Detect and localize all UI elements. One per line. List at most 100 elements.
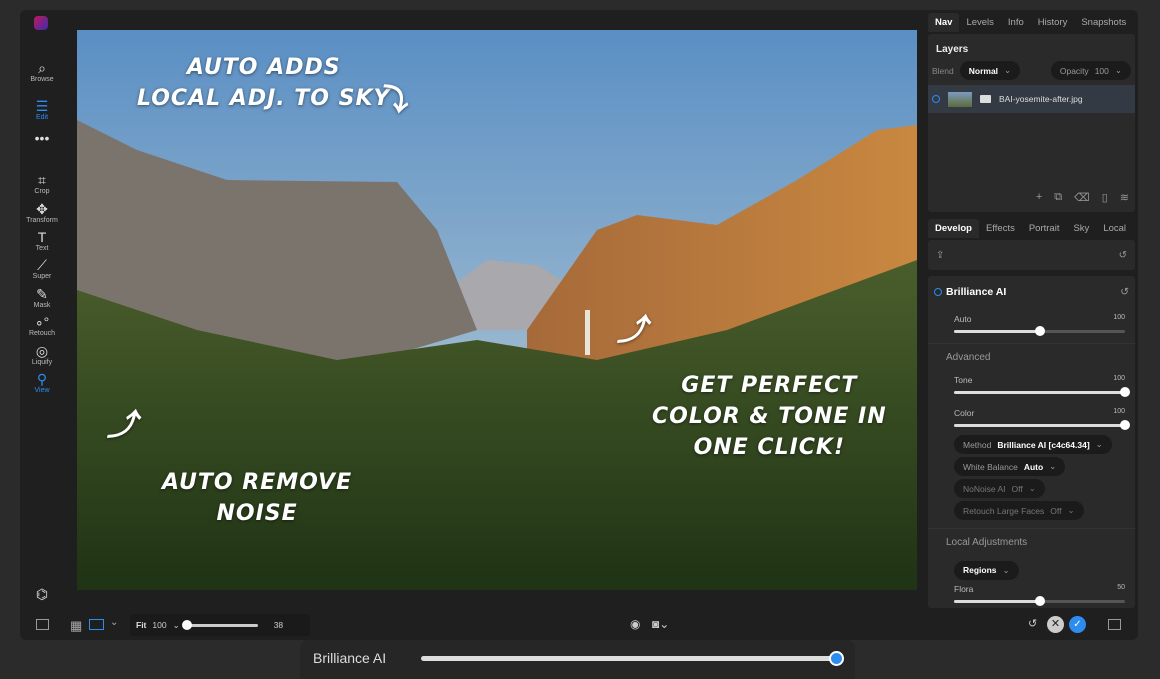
grid-view-icon[interactable]: ▦ bbox=[70, 618, 82, 634]
flora-value: 50 bbox=[1117, 583, 1125, 591]
layer-mask-icon bbox=[980, 95, 991, 103]
brilliance-toggle[interactable] bbox=[934, 288, 942, 296]
color-slider[interactable] bbox=[954, 420, 1130, 430]
browse-icon: ⌕ bbox=[38, 60, 46, 76]
brilliance-reset-icon[interactable]: ↺ bbox=[1120, 286, 1129, 298]
view-mode-chevron-icon[interactable]: ⌄ bbox=[110, 617, 118, 628]
tool-crop[interactable]: ⌗ Crop bbox=[20, 172, 64, 195]
layer-name: BAI-yosemite-after.jpg bbox=[999, 94, 1083, 104]
eye-preview-icon[interactable]: ◉ bbox=[630, 617, 640, 631]
layers-stack-icon[interactable]: ≋ bbox=[1120, 191, 1129, 204]
duplicate-layer-icon[interactable]: ⧉ bbox=[1054, 191, 1062, 204]
color-value: 100 bbox=[1113, 408, 1125, 415]
right-panel: Nav Levels Info History Snapshots Layers… bbox=[928, 10, 1135, 610]
tab-history[interactable]: History bbox=[1031, 13, 1075, 32]
brilliance-panel: Brilliance AI ↺ Auto 100 Advanced Tone 100… bbox=[928, 276, 1135, 608]
sliders-icon: ☰ bbox=[35, 98, 49, 114]
move-icon: ✥ bbox=[36, 201, 48, 217]
app-logo bbox=[34, 16, 48, 30]
regions-dropdown[interactable]: Regions ⌄ bbox=[954, 560, 1019, 580]
tab-info[interactable]: Info bbox=[1001, 13, 1031, 32]
mask-brush-icon: ✎ bbox=[36, 286, 48, 302]
left-toolbar: ⌕ Browse ☰ Edit ••• ⌗ Crop ✥ Transform T Text… bbox=[20, 10, 76, 610]
tab-portrait[interactable]: Portrait bbox=[1022, 219, 1067, 238]
color-label: Color bbox=[954, 408, 975, 418]
tool-edit[interactable]: ☰ Edit bbox=[20, 98, 64, 121]
compare-icon[interactable]: ◙⌄ bbox=[652, 617, 669, 631]
retouch-icon: ∘° bbox=[34, 314, 50, 330]
zoom-slider[interactable] bbox=[181, 619, 258, 630]
app-window: ⌕ Browse ☰ Edit ••• ⌗ Crop ✥ Transform T Text… bbox=[20, 10, 1138, 640]
retouch-faces-dropdown[interactable]: Retouch Large Faces Off ⌄ bbox=[954, 501, 1084, 520]
develop-tabs: Develop Effects Portrait Sky Local bbox=[928, 216, 1135, 240]
tab-local[interactable]: Local bbox=[1096, 219, 1133, 238]
reset-icon[interactable]: ↺ bbox=[1119, 250, 1127, 261]
method-dropdown[interactable]: Method Brilliance AI [c4c64.34] ⌄ bbox=[954, 435, 1112, 454]
auto-value: 100 bbox=[1113, 314, 1125, 321]
auto-slider[interactable] bbox=[954, 326, 1125, 336]
layers-title: Layers bbox=[936, 44, 969, 55]
tab-nav[interactable]: Nav bbox=[928, 12, 960, 32]
panel-toggle-left-icon[interactable] bbox=[36, 619, 49, 630]
arrow-icon: ⤴ bbox=[617, 313, 648, 348]
top-tabs: Nav Levels Info History Snapshots bbox=[928, 10, 1135, 34]
tool-text[interactable]: T Text bbox=[20, 229, 64, 252]
white-balance-dropdown[interactable]: White Balance Auto ⌄ bbox=[954, 457, 1066, 476]
tab-develop[interactable]: Develop bbox=[928, 218, 979, 238]
tab-snapshots[interactable]: Snapshots bbox=[1074, 13, 1133, 32]
tone-label: Tone bbox=[954, 375, 973, 385]
more-icon[interactable]: ••• bbox=[20, 130, 64, 146]
view-icon: ⚲ bbox=[36, 371, 48, 387]
bottom-bar: ▦ ⌄ Fit 100 ⌄ 38 ◉ ◙⌄ ↺ ✕ ✓ bbox=[20, 610, 1138, 640]
zoom-value[interactable]: 100 bbox=[152, 620, 166, 630]
annotation-sky: AUTO ADDS LOCAL ADJ. TO SKY bbox=[137, 55, 391, 111]
layers-panel: Layers Blend Normal ⌄ Opacity 100 ⌄ BAI-yos… bbox=[928, 34, 1135, 212]
opacity-dropdown[interactable]: Opacity 100 ⌄ bbox=[1050, 61, 1131, 80]
single-view-icon[interactable] bbox=[89, 619, 104, 630]
nonoise-dropdown[interactable]: NoNoise AI Off ⌄ bbox=[954, 479, 1045, 498]
tool-mask[interactable]: ✎ Mask bbox=[20, 286, 64, 309]
flora-label: Flora bbox=[954, 583, 974, 594]
fit-button[interactable]: Fit bbox=[136, 620, 146, 630]
advanced-header: Advanced bbox=[928, 343, 1135, 371]
cancel-button[interactable]: ✕ bbox=[1047, 616, 1064, 633]
annotation-color-tone: GET PERFECT COLOR & TONE IN ONE CLICK! bbox=[652, 373, 887, 460]
undo-icon[interactable]: ↺ bbox=[1028, 617, 1037, 630]
brilliance-ai-slider[interactable] bbox=[421, 651, 844, 666]
blend-label: Blend bbox=[932, 65, 954, 76]
tab-sky[interactable]: Sky bbox=[1066, 219, 1096, 238]
tool-transform[interactable]: ✥ Transform bbox=[20, 201, 64, 224]
add-layer-icon[interactable]: + bbox=[1036, 191, 1042, 204]
layer-visibility-icon[interactable] bbox=[932, 95, 940, 103]
tone-slider[interactable] bbox=[954, 387, 1130, 397]
tab-effects[interactable]: Effects bbox=[979, 219, 1022, 238]
flora-slider[interactable] bbox=[954, 595, 1125, 606]
panel-toggle-right-icon[interactable] bbox=[1108, 619, 1121, 630]
export-preset-icon[interactable]: ⇪ bbox=[936, 250, 944, 261]
annotation-noise: AUTO REMOVE NOISE bbox=[162, 470, 353, 526]
photo-canvas[interactable]: AUTO ADDS LOCAL ADJ. TO SKY GET PERFECT … bbox=[77, 30, 917, 590]
arrow-icon: ⤵ bbox=[377, 83, 408, 118]
extensions-icon[interactable]: ⌬ bbox=[20, 586, 64, 602]
liquify-icon: ◎ bbox=[35, 343, 49, 359]
auto-label: Auto bbox=[954, 314, 972, 324]
slider-handle[interactable] bbox=[829, 651, 844, 666]
blend-dropdown[interactable]: Normal ⌄ bbox=[959, 61, 1021, 80]
tool-view[interactable]: ⚲ View bbox=[20, 371, 64, 394]
brilliance-ai-strength-bar: Brilliance AI bbox=[300, 640, 855, 679]
magic-wand-icon: ⟋ bbox=[37, 257, 47, 273]
text-icon: T bbox=[37, 229, 47, 245]
tool-retouch[interactable]: ∘° Retouch bbox=[20, 314, 64, 337]
tool-super[interactable]: ⟋ Super bbox=[20, 257, 64, 280]
brilliance-ai-label: Brilliance AI bbox=[313, 650, 387, 666]
tool-browse[interactable]: ⌕ Browse bbox=[20, 60, 64, 83]
layer-row[interactable]: BAI-yosemite-after.jpg bbox=[928, 85, 1135, 113]
delete-layer-icon[interactable]: ▯ bbox=[1102, 191, 1108, 204]
apply-button[interactable]: ✓ bbox=[1069, 616, 1086, 633]
tab-levels[interactable]: Levels bbox=[959, 13, 1000, 32]
thumb-size-value: 38 bbox=[273, 620, 284, 630]
arrow-icon: ⤴ bbox=[107, 408, 138, 443]
tool-liquify[interactable]: ◎ Liquify bbox=[20, 343, 64, 366]
erase-layer-icon[interactable]: ⌫ bbox=[1074, 191, 1090, 204]
local-adjustments-header: Local Adjustments bbox=[928, 528, 1135, 556]
